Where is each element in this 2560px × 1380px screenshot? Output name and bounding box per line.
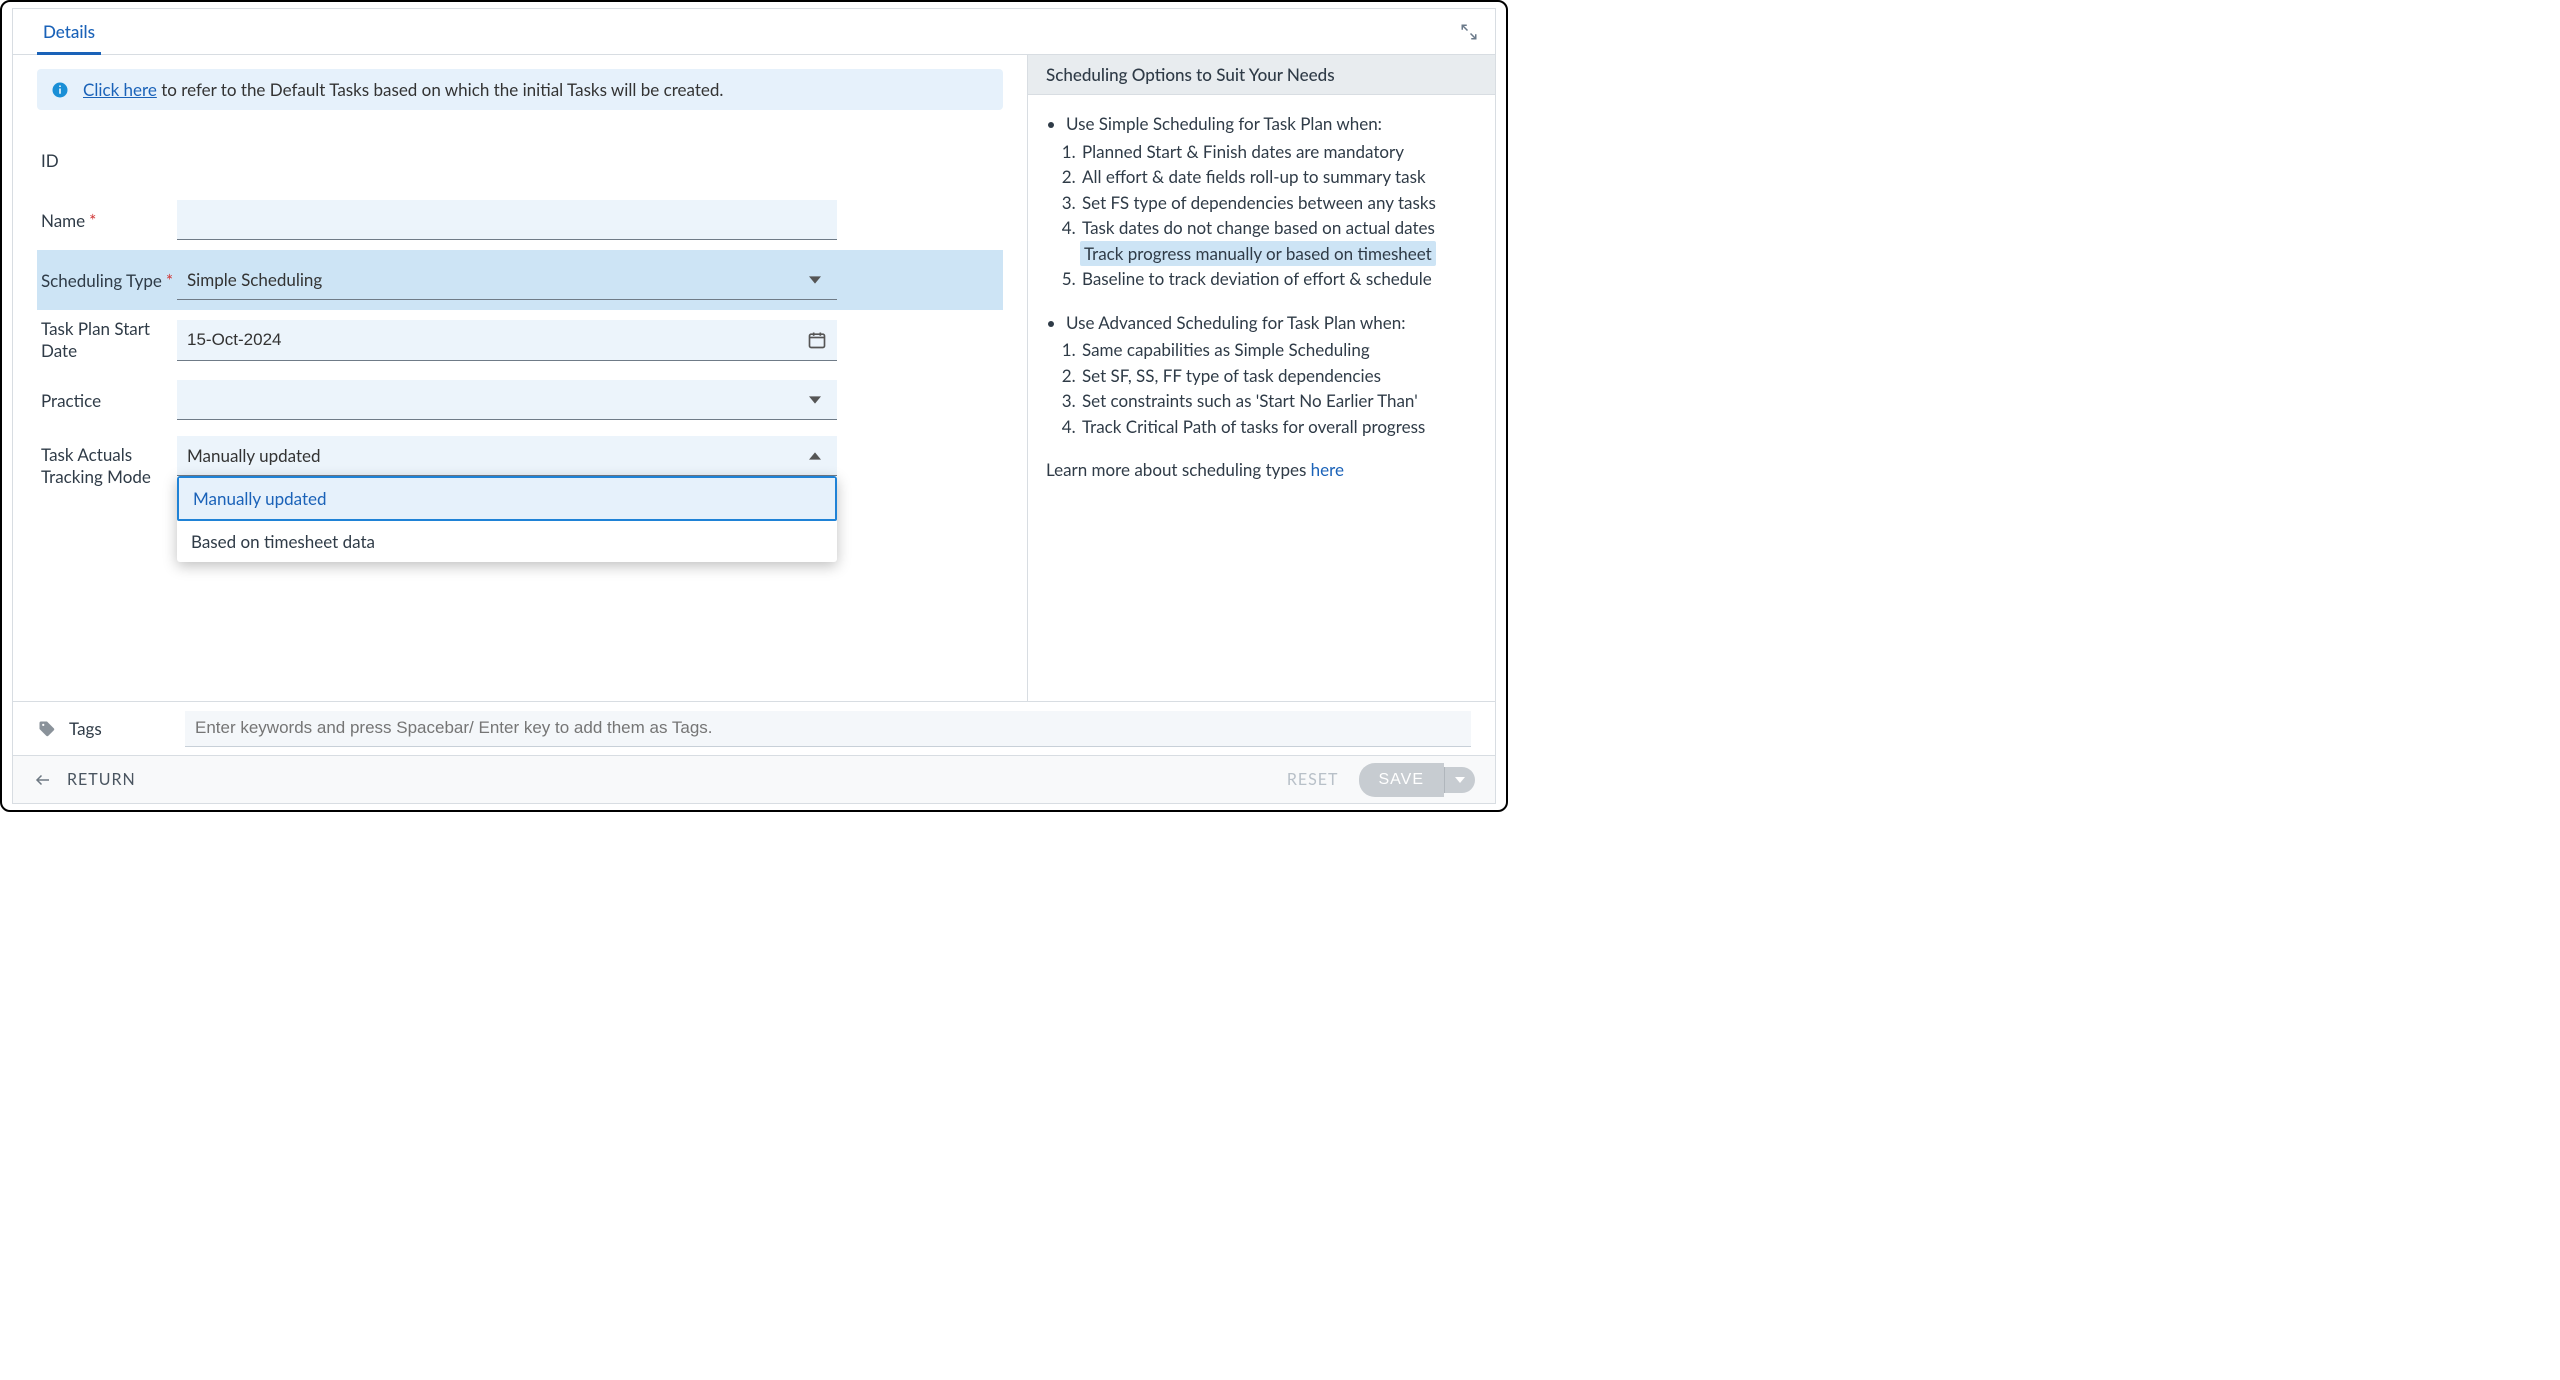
sidebar-simple-point: Track progress manually or based on time… (1080, 241, 1436, 267)
sidebar-advanced-point: Set SF, SS, FF type of task dependencies (1080, 363, 1477, 389)
info-icon (51, 81, 69, 99)
caret-down-icon (1455, 775, 1465, 785)
tab-bar: Details (13, 9, 1495, 55)
sidebar-simple-point: All effort & date fields roll-up to summ… (1080, 164, 1477, 190)
return-label: RETURN (67, 770, 136, 789)
info-banner: Click here to refer to the Default Tasks… (37, 69, 1003, 110)
label-id: ID (37, 150, 177, 171)
sidebar-learn-line: Learn more about scheduling types here (1046, 457, 1477, 483)
info-banner-text: Click here to refer to the Default Tasks… (83, 79, 723, 100)
sidebar-advanced-point: Same capabilities as Simple Scheduling (1080, 337, 1477, 363)
row-scheduling-type: Scheduling Type* Simple Scheduling (37, 250, 1003, 310)
return-button[interactable]: RETURN (33, 770, 136, 790)
sidebar-advanced-intro: Use Advanced Scheduling for Task Plan wh… (1066, 310, 1477, 336)
label-scheduling-type: Scheduling Type* (37, 270, 177, 291)
collapse-panel-button[interactable] (1455, 18, 1483, 46)
actuals-mode-select[interactable]: Manually updated (177, 436, 837, 476)
practice-select[interactable] (177, 380, 837, 420)
name-input[interactable] (177, 200, 837, 240)
sidebar-simple-point: Task dates do not change based on actual… (1080, 215, 1477, 241)
save-button-group: SAVE (1359, 763, 1476, 797)
footer-bar: RETURN RESET SAVE (13, 755, 1495, 803)
row-start-date: Task Plan Start Date (37, 310, 1003, 370)
scheduling-type-value: Simple Scheduling (187, 269, 803, 290)
sidebar-simple-intro: Use Simple Scheduling for Task Plan when… (1066, 111, 1477, 137)
learn-more-link[interactable]: here (1311, 459, 1344, 480)
sidebar-simple-point: Set FS type of dependencies between any … (1080, 190, 1477, 216)
label-name: Name* (37, 210, 177, 231)
caret-down-icon (803, 268, 827, 292)
row-actuals-mode: Task Actuals Tracking Mode Manually upda… (37, 430, 1003, 490)
sidebar-title: Scheduling Options to Suit Your Needs (1028, 55, 1495, 95)
sidebar-advanced-point: Track Critical Path of tasks for overall… (1080, 414, 1477, 440)
save-button[interactable]: SAVE (1359, 763, 1445, 797)
tab-details[interactable]: Details (37, 11, 101, 55)
tag-icon (37, 719, 57, 739)
start-date-input-wrap[interactable] (177, 320, 837, 361)
actuals-mode-option-manual[interactable]: Manually updated (177, 476, 837, 521)
label-actuals-mode: Task Actuals Tracking Mode (37, 436, 177, 488)
save-dropdown-button[interactable] (1444, 767, 1475, 793)
collapse-icon (1460, 23, 1478, 41)
sidebar-simple-point: Planned Start & Finish dates are mandato… (1080, 139, 1477, 165)
tags-input[interactable] (185, 711, 1471, 747)
row-id: ID (37, 130, 1003, 190)
calendar-icon[interactable] (806, 328, 829, 352)
tags-label: Tags (69, 718, 173, 739)
start-date-input[interactable] (177, 320, 806, 360)
label-practice: Practice (37, 390, 177, 411)
row-practice: Practice (37, 370, 1003, 430)
sidebar-panel: Scheduling Options to Suit Your Needs Us… (1027, 55, 1495, 701)
caret-down-icon (803, 388, 827, 412)
row-name: Name* (37, 190, 1003, 250)
arrow-left-icon (33, 770, 53, 790)
default-tasks-link[interactable]: Click here (83, 79, 157, 100)
reset-button[interactable]: RESET (1287, 770, 1339, 789)
label-start-date: Task Plan Start Date (37, 318, 177, 362)
actuals-mode-option-timesheet[interactable]: Based on timesheet data (177, 521, 837, 562)
sidebar-advanced-point: Set constraints such as 'Start No Earlie… (1080, 388, 1477, 414)
scheduling-type-select[interactable]: Simple Scheduling (177, 260, 837, 300)
sidebar-simple-point: Baseline to track deviation of effort & … (1080, 266, 1477, 292)
tags-row: Tags (13, 701, 1495, 755)
actuals-mode-dropdown: Manually updated Based on timesheet data (177, 476, 837, 562)
actuals-mode-value: Manually updated (187, 445, 803, 466)
caret-up-icon (803, 444, 827, 468)
